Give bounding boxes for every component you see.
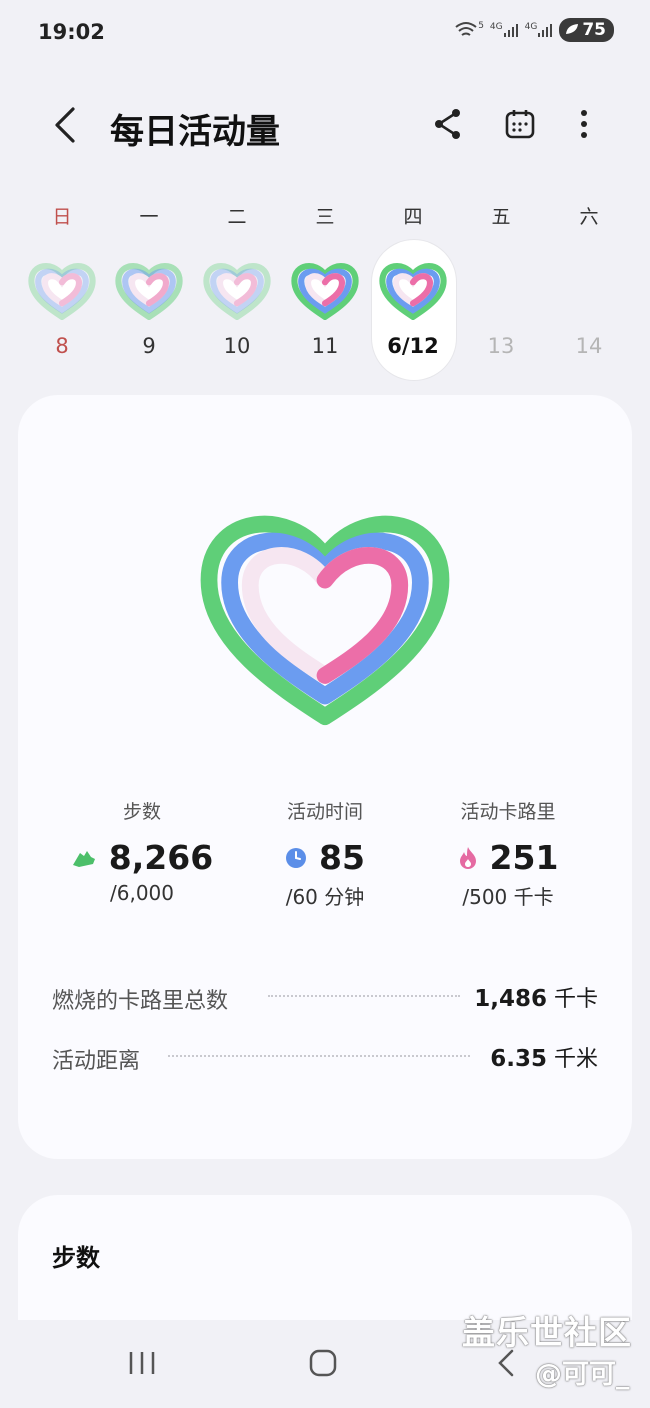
- metric-value: 251: [408, 838, 608, 877]
- metric-goal: /60 分钟: [285, 885, 365, 909]
- page-title: 每日活动量: [110, 112, 280, 152]
- dotted-leader: [268, 995, 460, 997]
- distance-number: 6.35: [490, 1046, 547, 1072]
- selected-date[interactable]: 6/12: [378, 334, 448, 358]
- leaf-icon: [565, 20, 579, 40]
- dotted-leader: [168, 1055, 470, 1057]
- metric-label: 步数: [122, 801, 161, 823]
- day-activity-rings[interactable]: [202, 258, 272, 328]
- status-time: 19:02: [38, 20, 105, 44]
- recent-apps-icon: [127, 1350, 157, 1380]
- chevron-left-icon: [53, 107, 77, 147]
- distance-value: 6.35 千米: [490, 1041, 598, 1073]
- network-type-label: 4G: [489, 22, 503, 32]
- metric-goal: /500 千卡: [462, 885, 554, 909]
- metric-value: 85: [225, 838, 425, 877]
- status-icons: 5 4G 4G 75: [454, 18, 614, 42]
- weekday-label: 日: [52, 206, 72, 228]
- signal-icon: 4G: [525, 22, 554, 38]
- calendar-button[interactable]: [498, 104, 542, 148]
- watermark-community: 盖乐世社区: [462, 1313, 632, 1352]
- wifi-gen-label: 5: [478, 21, 484, 31]
- battery-indicator: 75: [559, 18, 614, 42]
- metric-label: 活动卡路里: [460, 801, 556, 823]
- shoe-icon: [71, 847, 97, 869]
- flame-icon: [458, 846, 478, 870]
- back-button[interactable]: [38, 100, 92, 154]
- distance-unit: 千米: [553, 1047, 598, 1072]
- total-calories-unit: 千卡: [553, 987, 598, 1012]
- metric-label: 活动时间: [286, 801, 363, 823]
- metric-goal: /6,000: [110, 881, 174, 905]
- weekday-label: 三: [315, 206, 335, 228]
- wifi-icon: 5: [454, 21, 484, 39]
- date-label[interactable]: 14: [554, 334, 624, 358]
- metric-value: 8,266: [42, 838, 242, 877]
- date-label[interactable]: 13: [466, 334, 536, 358]
- date-label[interactable]: 8: [27, 334, 97, 358]
- metric-number: 8,266: [108, 838, 214, 877]
- activity-heart-rings: [195, 495, 455, 731]
- metric-number: 85: [319, 838, 365, 877]
- weekday-label: 五: [491, 206, 511, 228]
- day-activity-rings[interactable]: [27, 258, 97, 328]
- date-label[interactable]: 10: [202, 334, 272, 358]
- steps-card-title: 步数: [52, 1244, 100, 1272]
- weekday-label: 六: [579, 206, 599, 228]
- more-options-button[interactable]: [562, 104, 606, 148]
- signal-icon: 4G: [490, 22, 519, 38]
- total-calories-number: 1,486: [474, 986, 547, 1012]
- more-vertical-icon: [580, 109, 588, 143]
- home-icon: [308, 1348, 338, 1382]
- date-label[interactable]: 11: [290, 334, 360, 358]
- weekday-label: 一: [139, 206, 159, 228]
- total-calories-value: 1,486 千卡: [474, 981, 598, 1013]
- watermark-author: @可可_: [535, 1359, 630, 1390]
- distance-label: 活动距离: [52, 1049, 141, 1074]
- clock-icon: [285, 847, 307, 869]
- weekday-label: 二: [227, 206, 247, 228]
- recent-apps-button[interactable]: [112, 1340, 172, 1390]
- battery-level: 75: [582, 20, 606, 40]
- share-button[interactable]: [426, 104, 470, 148]
- calendar-icon: [504, 108, 536, 144]
- day-activity-rings[interactable]: [114, 258, 184, 328]
- share-icon: [433, 108, 463, 144]
- weekday-label: 四: [403, 206, 423, 228]
- day-activity-rings[interactable]: [290, 258, 360, 328]
- home-button[interactable]: [293, 1340, 353, 1390]
- network-type-label: 4G: [524, 22, 538, 32]
- metric-number: 251: [489, 838, 559, 877]
- date-label[interactable]: 9: [114, 334, 184, 358]
- total-calories-label: 燃烧的卡路里总数: [52, 989, 229, 1014]
- day-activity-rings[interactable]: [378, 258, 448, 328]
